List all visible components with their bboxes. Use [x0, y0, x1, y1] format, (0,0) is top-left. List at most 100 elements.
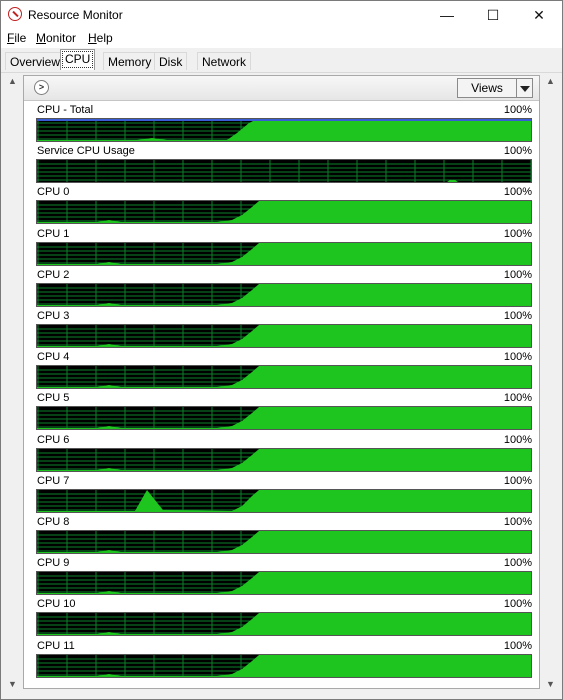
cpu-graph-label: CPU 8 — [37, 516, 70, 528]
cpu-graph-label: CPU 3 — [37, 310, 70, 322]
cpu-usage-chart — [37, 531, 531, 553]
scroll-up-arrow-icon[interactable]: ▲ — [545, 76, 556, 87]
cpu-graphs-panel: > Views CPU - Total 100% Service CPU Usage… — [23, 75, 540, 689]
chevron-right-icon[interactable]: > — [34, 80, 49, 95]
cpu-graph-label: CPU 11 — [37, 639, 75, 652]
cpu-usage-chart — [37, 654, 531, 677]
cpu-graph-scale: 100% — [503, 392, 532, 405]
tab-memory[interactable]: Memory — [103, 52, 157, 70]
menu-help-rest: elp — [96, 31, 113, 45]
resource-monitor-icon — [8, 7, 22, 21]
cpu-graph: CPU 0 100% — [36, 186, 532, 227]
cpu-usage-area — [37, 531, 531, 553]
cpu-graph: CPU 10 100% — [36, 598, 532, 639]
tab-overview[interactable]: Overview — [5, 52, 66, 70]
cpu-usage-chart — [37, 283, 531, 306]
cpu-usage-chart — [37, 325, 531, 347]
cpu-usage-area — [37, 407, 531, 430]
right-scrollbar[interactable]: ▲ ▼ — [542, 73, 559, 695]
close-button[interactable]: ✕ — [516, 1, 562, 29]
cpu-graph-scale: 100% — [503, 639, 532, 652]
menu-monitor[interactable]: Monitor — [36, 31, 76, 45]
cpu-graph-canvas — [36, 159, 532, 184]
cpu-graph-label: CPU 1 — [37, 227, 70, 240]
menu-help[interactable]: Help — [88, 31, 113, 45]
cpu-usage-chart — [37, 160, 531, 183]
cpu-usage-chart — [37, 407, 531, 430]
cpu-graph: CPU 8 100% — [36, 516, 532, 557]
cpu-graph-label: CPU - Total — [37, 104, 94, 116]
cpu-usage-chart — [37, 448, 531, 471]
cpu-graph-label: CPU 2 — [37, 268, 70, 281]
cpu-graph-canvas — [36, 200, 532, 225]
cpu-graph-canvas — [36, 571, 532, 596]
cpu-usage-chart — [37, 489, 531, 512]
cpu-graph: CPU 5 100% — [36, 392, 532, 433]
resource-monitor-window: Resource Monitor — ☐ ✕ File Monitor Help… — [0, 0, 563, 700]
cpu-graph-scale: 100% — [503, 227, 532, 240]
cpu-graph-label: CPU 6 — [37, 433, 70, 446]
window-title: Resource Monitor — [28, 8, 123, 22]
cpu-graph: CPU 11 100% — [36, 640, 532, 681]
minimize-button[interactable]: — — [424, 1, 470, 29]
cpu-usage-chart — [37, 201, 531, 224]
tab-cpu[interactable]: CPU — [60, 49, 96, 70]
cpu-usage-area — [37, 201, 531, 224]
cpu-usage-area — [37, 654, 531, 677]
cpu-usage-chart — [37, 366, 531, 389]
cpu-graph-scale: 100% — [503, 433, 532, 446]
cpu-graph: CPU 2 100% — [36, 269, 532, 310]
tab-disk[interactable]: Disk — [154, 52, 188, 70]
cpu-graph-scale: 100% — [503, 186, 532, 199]
cpu-graph-label: CPU 0 — [37, 186, 70, 199]
menu-monitor-rest: onitor — [46, 31, 77, 45]
cpu-usage-chart — [37, 242, 531, 265]
left-scrollbar[interactable]: ▲ ▼ — [4, 73, 21, 695]
views-dropdown-arrow-icon[interactable] — [517, 78, 533, 98]
menu-bar: File Monitor Help — [1, 29, 562, 48]
title-bar: Resource Monitor — ☐ ✕ — [1, 1, 562, 29]
cpu-graph: CPU - Total 100% — [36, 104, 532, 145]
scroll-down-arrow-icon[interactable]: ▼ — [7, 679, 18, 690]
cpu-graph: CPU 6 100% — [36, 434, 532, 475]
cpu-usage-area — [37, 448, 531, 471]
tab-network[interactable]: Network — [197, 52, 252, 70]
cpu-usage-area — [37, 119, 531, 141]
cpu-graph-canvas — [36, 653, 532, 678]
menu-help-mnemonic: H — [88, 31, 97, 45]
cpu-graph-canvas — [36, 241, 532, 266]
cpu-graph-scale: 100% — [503, 268, 532, 281]
cpu-graph-label: CPU 7 — [37, 474, 70, 487]
cpu-graph-label: CPU 9 — [37, 557, 70, 570]
maximize-button[interactable]: ☐ — [470, 1, 516, 29]
cpu-graph-canvas — [36, 488, 532, 513]
cpu-graph-scale: 100% — [503, 310, 532, 322]
cpu-graph-scale: 100% — [503, 598, 532, 611]
cpu-graph-canvas — [36, 282, 532, 307]
cpu-graph: CPU 7 100% — [36, 475, 532, 516]
cpu-graph-canvas — [36, 447, 532, 472]
menu-file[interactable]: File — [7, 31, 26, 45]
cpu-graph: CPU 9 100% — [36, 557, 532, 598]
scroll-up-arrow-icon[interactable]: ▲ — [7, 76, 18, 87]
cpu-graph-canvas — [36, 365, 532, 390]
menu-monitor-mnemonic: M — [36, 31, 46, 45]
cpu-graph-scale: 100% — [503, 516, 532, 528]
cpu-graph-canvas — [36, 406, 532, 431]
cpu-usage-chart — [37, 613, 531, 636]
cpu-graph-scale: 100% — [503, 104, 532, 116]
cpu-graph-label: CPU 4 — [37, 351, 70, 364]
cpu-graph-canvas — [36, 324, 532, 348]
cpu-usage-area — [37, 366, 531, 389]
cpu-graph: CPU 3 100% — [36, 310, 532, 351]
menu-file-rest: ile — [14, 31, 27, 45]
cpu-usage-area — [37, 613, 531, 636]
cpu-graph-label: Service CPU Usage — [37, 145, 135, 158]
cpu-usage-area — [37, 489, 531, 512]
cpu-graph-scale: 100% — [503, 145, 532, 158]
cpu-graph-canvas — [36, 612, 532, 637]
views-button[interactable]: Views — [457, 78, 517, 98]
cpu-graph: CPU 1 100% — [36, 228, 532, 269]
cpu-graph-label: CPU 5 — [37, 392, 70, 405]
scroll-down-arrow-icon[interactable]: ▼ — [545, 679, 556, 690]
